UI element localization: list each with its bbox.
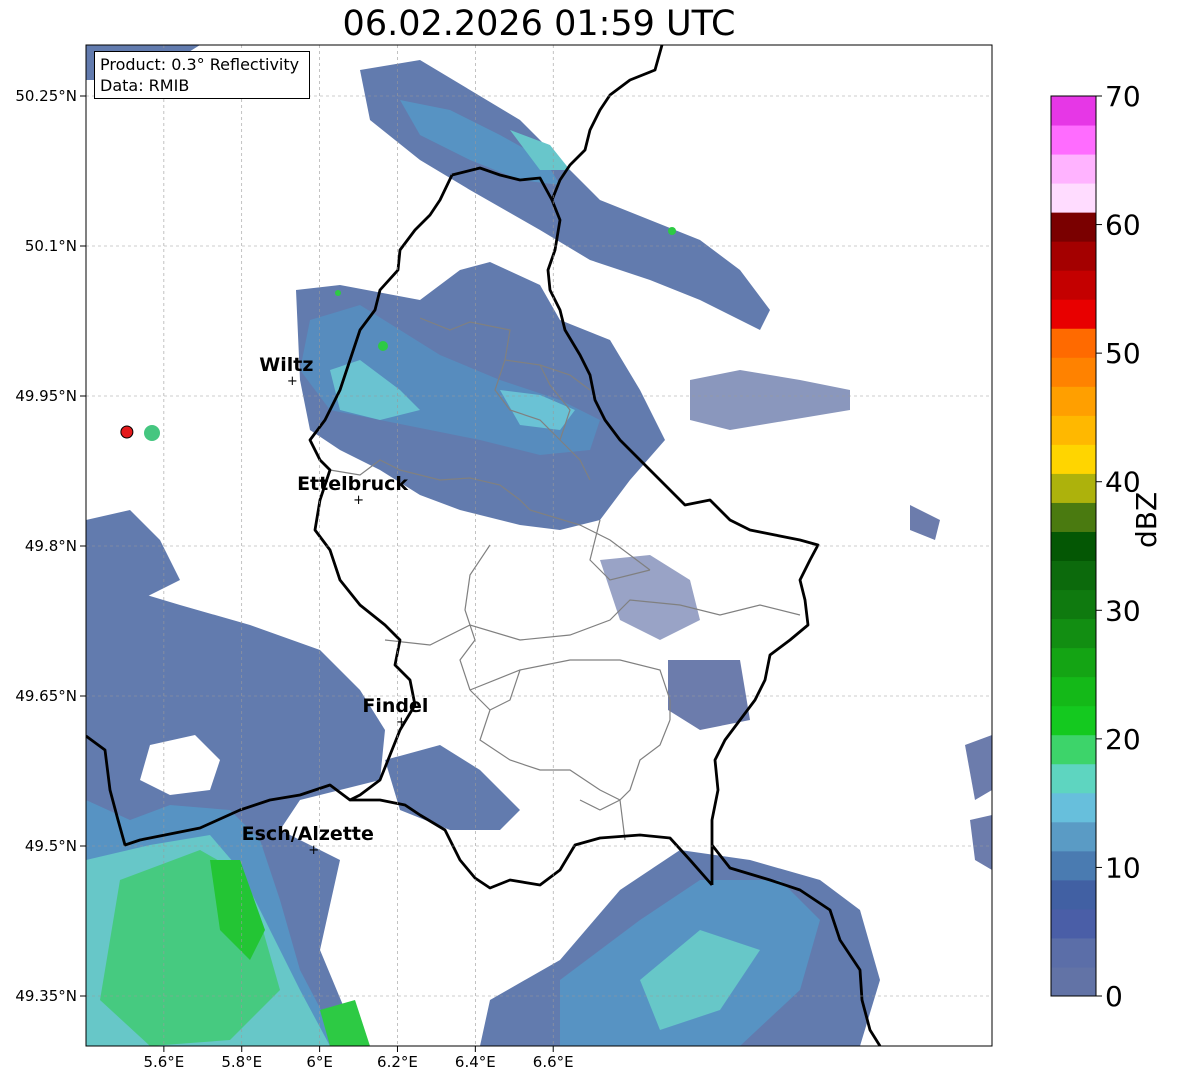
colorbar-segment	[1051, 676, 1096, 707]
colorbar-segment	[1051, 937, 1096, 968]
y-tick-label: 50.25°N	[15, 87, 77, 105]
colorbar-segment	[1051, 792, 1096, 823]
x-axis-ticks: 5.6°E 5.8°E 6°E 6.2°E 6.4°E 6.6°E	[143, 1046, 574, 1071]
colorbar-segment	[1051, 96, 1096, 126]
radar-echoes	[86, 45, 992, 1046]
city-marker: +	[287, 374, 298, 389]
x-tick-label: 5.6°E	[143, 1053, 184, 1071]
colorbar-segment	[1051, 734, 1096, 765]
colorbar-segment	[1051, 908, 1096, 939]
colorbar-segment	[1051, 589, 1096, 620]
colorbar-segment	[1051, 241, 1096, 271]
radar-site-marker	[120, 425, 134, 439]
data-source-text: Data: RMIB	[100, 76, 190, 95]
colorbar-tick-label: 60	[1105, 209, 1141, 242]
radar-map: 5.6°E 5.8°E 6°E 6.2°E 6.4°E 6.6°E 50.25°N 50.1…	[15, 44, 1141, 1071]
x-tick-label: 5.8°E	[221, 1053, 262, 1071]
city-marker: +	[353, 493, 364, 508]
colorbar-tick-label: 30	[1105, 594, 1141, 627]
y-tick-label: 49.5°N	[25, 837, 77, 855]
colorbar-tick-label: 10	[1105, 851, 1141, 884]
colorbar-segment	[1051, 444, 1096, 474]
colorbar-segment	[1051, 618, 1096, 649]
x-tick-label: 6.2°E	[377, 1053, 418, 1071]
product-text: Product: 0.3° Reflectivity	[100, 55, 300, 74]
colorbar-segment	[1051, 966, 1096, 997]
colorbar-segment	[1051, 183, 1096, 213]
y-tick-label: 49.35°N	[15, 987, 77, 1005]
colorbar-segment	[1051, 125, 1096, 155]
y-tick-label: 49.8°N	[25, 537, 77, 555]
colorbar-segment	[1051, 647, 1096, 678]
city-label: Ettelbruck	[297, 473, 408, 495]
city-label: Wiltz	[259, 354, 313, 376]
colorbar-label: dBZ	[1130, 491, 1163, 548]
colorbar-segment	[1051, 560, 1096, 591]
city-marker: +	[396, 715, 407, 730]
colorbar-segment	[1051, 270, 1096, 300]
colorbar-segment	[1051, 299, 1096, 329]
city-label: Findel	[362, 695, 428, 717]
y-tick-label: 49.65°N	[15, 687, 77, 705]
x-tick-label: 6°E	[306, 1053, 333, 1071]
colorbar-segment	[1051, 212, 1096, 242]
y-axis-ticks: 50.25°N 50.1°N 49.95°N 49.8°N 49.65°N 49.5°N 4…	[15, 87, 86, 1005]
colorbar-segment	[1051, 879, 1096, 910]
colorbar-segment	[1051, 705, 1096, 736]
colorbar-segment	[1051, 821, 1096, 852]
colorbar-segment	[1051, 473, 1096, 503]
colorbar-segment	[1051, 415, 1096, 445]
colorbar-tick-label: 0	[1105, 980, 1123, 1013]
colorbar-segment	[1051, 531, 1096, 562]
map-plot-area	[86, 45, 992, 1046]
x-tick-label: 6.4°E	[455, 1053, 496, 1071]
colorbar-segment	[1051, 357, 1096, 387]
y-tick-label: 49.95°N	[15, 387, 77, 405]
colorbar-segment	[1051, 850, 1096, 881]
colorbar-segment	[1051, 763, 1096, 794]
x-tick-label: 6.6°E	[533, 1053, 574, 1071]
colorbar-tick-label: 20	[1105, 723, 1141, 756]
city-marker: +	[308, 843, 319, 858]
colorbar-segment	[1051, 328, 1096, 358]
y-tick-label: 50.1°N	[25, 237, 77, 255]
city-label: Esch/Alzette	[242, 823, 374, 845]
colorbar-tick-label: 50	[1105, 337, 1141, 370]
colorbar-segment	[1051, 386, 1096, 416]
colorbar-tick-label: 70	[1105, 80, 1141, 113]
colorbar	[1050, 95, 1097, 997]
info-box: Product: 0.3° Reflectivity Data: RMIB	[94, 51, 310, 99]
colorbar-segment	[1051, 154, 1096, 184]
colorbar-segment	[1051, 502, 1096, 532]
